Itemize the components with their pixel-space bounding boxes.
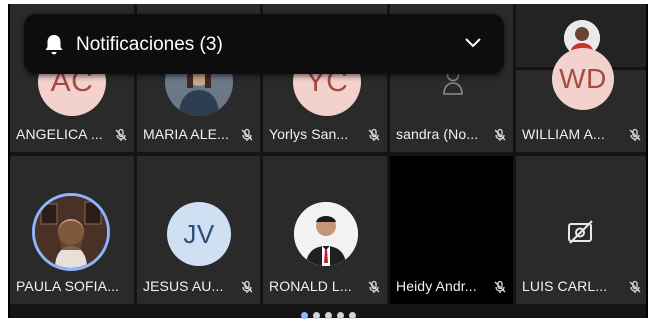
mic-off-icon xyxy=(494,280,506,293)
mic-off-icon xyxy=(368,128,380,141)
meeting-grid: AC ANGELICA ... MARIA ALE... YC Yorlys S… xyxy=(8,4,648,318)
avatar: JV xyxy=(167,202,231,266)
avatar: WD xyxy=(552,48,614,110)
avatar xyxy=(32,193,110,271)
chevron-down-icon[interactable] xyxy=(464,37,482,49)
participant-tile[interactable]: JV JESUS AU... xyxy=(137,156,260,304)
video-off-icon xyxy=(568,220,593,244)
notifications-banner[interactable]: Notificaciones (3) xyxy=(24,14,504,74)
profile-photo xyxy=(294,202,358,266)
participant-name: JESUS AU... xyxy=(143,278,224,294)
page-dot[interactable] xyxy=(324,312,332,319)
mic-off-icon xyxy=(629,128,641,141)
mic-off-icon xyxy=(241,128,253,141)
participant-name: Heidy Andr... xyxy=(396,278,477,294)
participant-tile[interactable]: RONALD L... xyxy=(263,156,387,304)
avatar-initials: JV xyxy=(183,218,215,249)
mic-off-icon xyxy=(368,280,380,293)
participant-name: sandra (No... xyxy=(396,126,479,142)
bell-icon xyxy=(45,35,63,55)
participant-tile[interactable]: Heidy Andr... xyxy=(390,156,513,304)
participant-name: PAULA SOFIA... xyxy=(16,278,120,294)
page-dot[interactable] xyxy=(312,312,320,319)
mic-off-icon xyxy=(629,280,641,293)
participant-name: ANGELICA ... xyxy=(16,126,103,142)
participant-name: RONALD L... xyxy=(269,278,352,294)
mic-off-icon xyxy=(241,280,253,293)
notifications-label: Notificaciones (3) xyxy=(76,34,223,55)
participant-name: WILLIAM A... xyxy=(522,126,605,142)
mic-off-icon xyxy=(494,128,506,141)
participant-name: LUIS CARL... xyxy=(522,278,608,294)
page-dot[interactable] xyxy=(348,312,356,319)
participant-name: MARIA ALE... xyxy=(143,126,230,142)
profile-photo xyxy=(35,196,107,268)
participant-name: Yorlys San... xyxy=(269,126,349,142)
avatar-initials: WD xyxy=(559,63,607,94)
page-indicator[interactable] xyxy=(0,312,654,322)
avatar xyxy=(294,202,358,266)
page-dot[interactable] xyxy=(336,312,344,319)
participant-tile[interactable]: PAULA SOFIA... xyxy=(10,156,134,304)
page-dot[interactable] xyxy=(300,312,308,319)
participant-tile[interactable]: LUIS CARL... xyxy=(516,156,646,304)
mic-off-icon xyxy=(115,128,127,141)
participant-tile[interactable]: WD WILLIAM A... xyxy=(516,4,646,152)
